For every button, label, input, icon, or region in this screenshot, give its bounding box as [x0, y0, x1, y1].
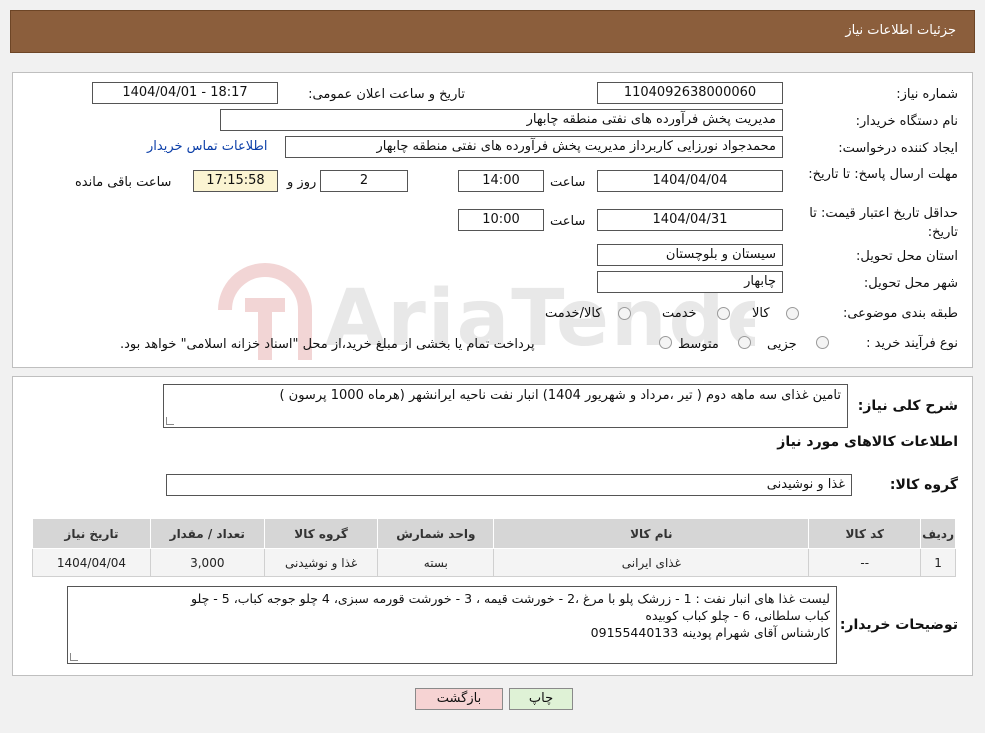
- remaining-time-label: ساعت باقی مانده: [75, 175, 172, 190]
- need-summary-label: شرح کلی نیاز:: [857, 398, 958, 414]
- print-button[interactable]: چاپ: [509, 688, 573, 710]
- col-quantity: تعداد / مقدار: [149, 518, 265, 549]
- category-service-radio[interactable]: [717, 307, 730, 320]
- resize-grip-icon[interactable]: [70, 653, 78, 661]
- cell-unit: بسته: [377, 548, 495, 577]
- remaining-days-field: 2: [320, 170, 408, 192]
- delivery-city-field: چابهار: [597, 271, 783, 293]
- goods-group-field: غذا و نوشیدنی: [166, 474, 852, 496]
- goods-group-label: گروه کالا:: [889, 477, 958, 493]
- category-goods-label: کالا: [752, 306, 770, 321]
- col-item-group: گروه کالا: [263, 518, 379, 549]
- process-minor-radio[interactable]: [816, 336, 829, 349]
- buyer-org-field: مدیریت پخش فرآورده های نفتی منطقه چابهار: [220, 109, 783, 131]
- need-number-field: 1104092638000060: [597, 82, 783, 104]
- col-unit: واحد شمارش: [377, 518, 495, 549]
- response-deadline-date: 1404/04/04: [597, 170, 783, 192]
- page-header: جزئیات اطلاعات نیاز: [10, 10, 975, 53]
- cell-item-name: غذای ایرانی: [493, 548, 810, 577]
- process-note-radio[interactable]: [659, 336, 672, 349]
- process-payment-note: پرداخت تمام یا بخشی از مبلغ خرید،از محل …: [120, 337, 535, 352]
- request-creator-label: ایجاد کننده درخواست:: [838, 141, 958, 156]
- goods-section-title: اطلاعات کالاهای مورد نیاز: [777, 434, 958, 450]
- validity-time-label: ساعت: [550, 214, 586, 229]
- buyer-contact-link[interactable]: اطلاعات تماس خریدار: [147, 139, 267, 154]
- category-goods-radio[interactable]: [786, 307, 799, 320]
- response-deadline-time: 14:00: [458, 170, 544, 192]
- cell-item-group: غذا و نوشیدنی: [263, 548, 379, 577]
- buyer-org-label: نام دستگاه خریدار:: [855, 114, 958, 129]
- category-service-label: خدمت: [662, 306, 697, 321]
- remaining-time-field: 17:15:58: [193, 170, 278, 192]
- cell-item-code: --: [808, 548, 922, 577]
- subject-category-label: طبقه بندی موضوعی:: [842, 306, 958, 321]
- days-label: روز و: [287, 175, 317, 190]
- announce-datetime-label: تاریخ و ساعت اعلان عمومی:: [308, 87, 465, 102]
- cell-quantity: 3,000: [149, 548, 265, 577]
- deadline-time-label: ساعت: [550, 175, 586, 190]
- page-title: جزئیات اطلاعات نیاز: [845, 23, 956, 38]
- purchase-process-label: نوع فرآیند خرید :: [866, 336, 958, 351]
- col-item-name: نام کالا: [493, 518, 810, 549]
- request-creator-field: محمدجواد نورزایی کاربرداز مدیریت پخش فرآ…: [285, 136, 783, 158]
- price-validity-time: 10:00: [458, 209, 544, 231]
- table-row: 1 -- غذای ایرانی بسته غذا و نوشیدنی 3,00…: [32, 548, 956, 577]
- delivery-province-field: سیستان و بلوچستان: [597, 244, 783, 266]
- buyer-notes-field: لیست غذا های انبار نفت : 1 - زرشک پلو با…: [67, 586, 837, 664]
- need-number-label: شماره نیاز:: [896, 87, 958, 102]
- buyer-notes-line: کارشناس آقای شهرام پودینه 09155440133: [590, 625, 830, 640]
- goods-table: ردیف کد کالا نام کالا واحد شمارش گروه کا…: [32, 518, 956, 577]
- buyer-notes-label: توضیحات خریدار:: [839, 617, 958, 633]
- announce-datetime-field: 1404/04/01 - 18:17: [92, 82, 278, 104]
- cell-row-number: 1: [920, 548, 956, 577]
- delivery-province-label: استان محل تحویل:: [856, 249, 958, 264]
- category-goods-service-radio[interactable]: [618, 307, 631, 320]
- col-row-number: ردیف: [920, 518, 956, 549]
- buyer-notes-line: لیست غذا های انبار نفت : 1 - زرشک پلو با…: [191, 591, 830, 606]
- process-medium-label: متوسط: [678, 337, 719, 352]
- process-medium-radio[interactable]: [738, 336, 751, 349]
- process-minor-label: جزیی: [767, 337, 797, 352]
- price-validity-label: حداقل تاریخ اعتبار قیمت: تا تاریخ:: [809, 206, 958, 240]
- response-deadline-label: مهلت ارسال پاسخ: تا تاریخ:: [808, 167, 958, 182]
- cell-need-date: 1404/04/04: [32, 548, 151, 577]
- col-item-code: کد کالا: [808, 518, 922, 549]
- buyer-notes-line: کباب سلطانی، 6 - چلو کباب کوبیده: [645, 608, 830, 623]
- table-header-row: ردیف کد کالا نام کالا واحد شمارش گروه کا…: [32, 518, 956, 549]
- price-validity-date: 1404/04/31: [597, 209, 783, 231]
- delivery-city-label: شهر محل تحویل:: [863, 276, 958, 291]
- col-need-date: تاریخ نیاز: [32, 518, 151, 549]
- resize-grip-icon[interactable]: [166, 417, 174, 425]
- category-goods-service-label: کالا/خدمت: [545, 306, 602, 321]
- need-summary-text: تامین غذای سه ماهه دوم ( تیر ،مرداد و شه…: [279, 388, 841, 403]
- goods-table-wrap: ردیف کد کالا نام کالا واحد شمارش گروه کا…: [32, 518, 956, 577]
- need-summary-field: تامین غذای سه ماهه دوم ( تیر ،مرداد و شه…: [163, 384, 848, 428]
- back-button[interactable]: بازگشت: [415, 688, 503, 710]
